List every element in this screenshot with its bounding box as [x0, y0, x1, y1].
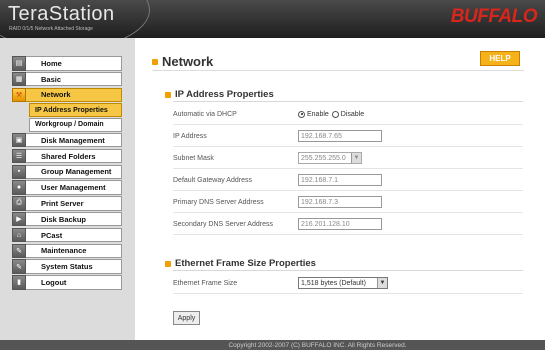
subnet-mask-value: 255.255.255.0: [301, 154, 346, 162]
title-bullet-icon: [152, 58, 158, 65]
dhcp-enable-label: Enable: [307, 110, 329, 118]
sidebar-item-user-management[interactable]: ● User Management: [12, 180, 122, 195]
copyright-text: Copyright 2002-2007 (C) BUFFALO INC. All…: [228, 341, 407, 349]
dhcp-disable-radio[interactable]: [331, 110, 339, 118]
sidebar-item-label: Disk Management: [41, 135, 105, 145]
sidebar-item-shared-folders[interactable]: ☰ Shared Folders: [12, 148, 122, 164]
gateway-row: Default Gateway Address 192.168.7.1: [173, 170, 523, 191]
sidebar-item-print-server[interactable]: ⎙ Print Server: [12, 196, 122, 211]
basic-icon: ▦: [12, 71, 26, 87]
ip-section-divider: [173, 101, 523, 102]
main-content: Network HELP IP Address Properties Autom…: [135, 38, 545, 340]
ip-address-label: IP Address: [173, 132, 207, 140]
sidebar-item-label: Logout: [41, 277, 67, 287]
sidebar-item-label: Disk Backup: [41, 214, 87, 224]
frame-size-row: Ethernet Frame Size 1,518 bytes (Default…: [173, 273, 523, 294]
sidebar-item-label: Basic: [41, 74, 62, 84]
dhcp-disable-label: Disable: [340, 110, 365, 118]
section-bullet-icon: [165, 91, 171, 98]
dhcp-label: Automatic via DHCP: [173, 110, 237, 118]
folder-icon: ☰: [12, 148, 26, 164]
frame-section-title: Ethernet Frame Size Properties: [175, 258, 316, 269]
footer: Copyright 2002-2007 (C) BUFFALO INC. All…: [0, 340, 545, 350]
sidebar-item-label: Shared Folders: [41, 151, 96, 161]
apply-button[interactable]: Apply: [173, 311, 200, 325]
sidebar-item-system-status[interactable]: ✎ System Status: [12, 259, 122, 274]
chevron-down-icon: ▼: [377, 278, 387, 288]
gateway-field[interactable]: 192.168.7.1: [298, 174, 382, 186]
section-bullet-icon: [165, 260, 171, 267]
sidebar-nav: ▤ Home ▦ Basic ⚒ Network IP Address Prop…: [12, 56, 122, 291]
frame-size-value: 1,518 bytes (Default): [301, 279, 366, 287]
maintenance-icon: ✎: [12, 243, 26, 259]
user-icon: ●: [12, 180, 26, 195]
sidebar: ▤ Home ▦ Basic ⚒ Network IP Address Prop…: [0, 38, 135, 340]
ip-address-field[interactable]: 192.168.7.65: [298, 130, 382, 142]
chevron-down-icon: ▼: [351, 153, 361, 163]
sidebar-item-disk-management[interactable]: ▣ Disk Management: [12, 132, 122, 148]
subnet-mask-row: Subnet Mask 255.255.255.0 ▼: [173, 148, 523, 169]
sidebar-item-label: Group Management: [41, 167, 112, 177]
backup-icon: ▶: [12, 211, 26, 227]
page-title: Network: [162, 54, 214, 69]
product-logo: TeraStation: [8, 3, 115, 25]
sidebar-item-network[interactable]: ⚒ Network: [12, 87, 122, 103]
frame-size-label: Ethernet Frame Size: [173, 279, 238, 287]
dhcp-enable-radio[interactable]: [298, 110, 305, 118]
sidebar-item-label: PCast: [41, 230, 63, 240]
frame-section-heading: Ethernet Frame Size Properties: [165, 258, 316, 269]
sidebar-item-basic[interactable]: ▦ Basic: [12, 71, 122, 87]
gateway-label: Default Gateway Address: [173, 176, 252, 184]
logout-icon: ▮: [12, 275, 26, 290]
network-icon: ⚒: [12, 87, 26, 103]
subnet-mask-select[interactable]: 255.255.255.0 ▼: [298, 152, 362, 164]
secondary-dns-field[interactable]: 216.201.128.10: [298, 218, 382, 230]
status-icon: ✎: [12, 259, 26, 274]
frame-size-select[interactable]: 1,518 bytes (Default) ▼: [298, 277, 388, 289]
primary-dns-label: Primary DNS Server Address: [173, 198, 264, 206]
secondary-dns-label: Secondary DNS Server Address: [173, 220, 273, 228]
sidebar-item-label: Home: [41, 58, 62, 68]
disk-icon: ▣: [12, 132, 26, 148]
printer-icon: ⎙: [12, 196, 26, 211]
ip-section-title: IP Address Properties: [175, 89, 274, 100]
ip-section-heading: IP Address Properties: [165, 89, 274, 100]
sidebar-item-label: System Status: [41, 262, 93, 272]
header-bar: TeraStation RAID 0/1/5 Network Attached …: [0, 0, 545, 38]
sidebar-item-label: Maintenance: [41, 246, 87, 256]
sidebar-item-disk-backup[interactable]: ▶ Disk Backup: [12, 211, 122, 227]
ip-address-row: IP Address 192.168.7.65: [173, 126, 523, 147]
dhcp-row: Automatic via DHCP Enable Disable: [173, 104, 523, 125]
sidebar-subitem-ip-address-properties[interactable]: IP Address Properties: [29, 103, 122, 117]
sidebar-item-maintenance[interactable]: ✎ Maintenance: [12, 243, 122, 259]
product-subtitle: RAID 0/1/5 Network Attached Storage: [9, 26, 93, 32]
primary-dns-field[interactable]: 192.168.7.3: [298, 196, 382, 208]
frame-section-divider: [173, 270, 523, 271]
title-divider: [152, 70, 524, 71]
help-button[interactable]: HELP: [480, 51, 520, 66]
brand-logo: BUFFALO: [450, 6, 538, 27]
sidebar-item-group-management[interactable]: ▪ Group Management: [12, 164, 122, 180]
sidebar-subitem-workgroup-domain[interactable]: Workgroup / Domain: [29, 118, 122, 132]
sidebar-item-label: User Management: [41, 183, 106, 193]
home-icon: ▤: [12, 56, 26, 71]
pcast-icon: ⌂: [12, 227, 26, 243]
subnet-mask-label: Subnet Mask: [173, 154, 214, 162]
group-icon: ▪: [12, 164, 26, 180]
sidebar-item-home[interactable]: ▤ Home: [12, 56, 122, 71]
sidebar-item-logout[interactable]: ▮ Logout: [12, 275, 122, 290]
sidebar-item-label: Network: [41, 90, 71, 100]
sidebar-item-pcast[interactable]: ⌂ PCast: [12, 227, 122, 243]
page-heading: Network: [152, 54, 213, 69]
sidebar-item-label: Print Server: [41, 198, 84, 208]
secondary-dns-row: Secondary DNS Server Address 216.201.128…: [173, 214, 523, 235]
primary-dns-row: Primary DNS Server Address 192.168.7.3: [173, 192, 523, 213]
